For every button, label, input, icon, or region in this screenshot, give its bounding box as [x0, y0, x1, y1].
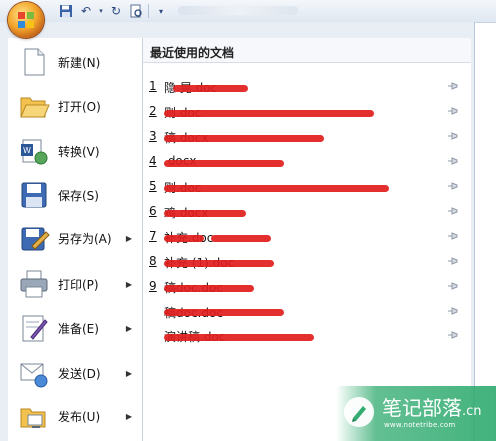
redo-icon[interactable]: ↻ [108, 3, 124, 19]
menu-label-save: 保存(S) [58, 188, 99, 203]
pin-icon[interactable] [447, 81, 459, 91]
doc-index: 5 [149, 179, 157, 193]
watermark-url: www.notetribe.com [384, 421, 456, 429]
pin-icon[interactable] [447, 131, 459, 141]
menu-item-send[interactable]: 发送(D) ▶ [8, 353, 142, 393]
menu-item-print[interactable]: 打印(P) ▶ [8, 264, 142, 304]
pin-icon[interactable] [447, 206, 459, 216]
prepare-icon [22, 315, 48, 342]
pin-icon[interactable] [447, 231, 459, 241]
menu-item-save-as[interactable]: 另存为(A) ▶ [8, 218, 142, 258]
recent-documents-pane: 最近使用的文档 1 隐 晃.doc 2 则.doc 3 稿.docx 4 [143, 38, 471, 441]
redaction-mark [164, 110, 374, 117]
pin-icon[interactable] [447, 281, 459, 291]
submenu-arrow-icon: ▶ [125, 323, 132, 333]
send-icon [20, 363, 48, 388]
publish-icon [20, 408, 46, 428]
convert-icon: W [21, 139, 48, 165]
redaction-mark [164, 309, 284, 316]
office-logo-icon [18, 12, 34, 28]
menu-label-save-as: 另存为(A) [58, 231, 112, 246]
new-document-icon [24, 48, 45, 76]
title-bar: ↶ ▾ ↻ ▾ [0, 0, 496, 23]
undo-icon[interactable]: ↶ [78, 3, 94, 19]
printer-icon [20, 270, 48, 298]
print-preview-icon[interactable] [128, 3, 144, 19]
doc-index: 1 [149, 79, 157, 93]
pin-icon[interactable] [447, 106, 459, 116]
quick-access-toolbar: ↶ ▾ ↻ ▾ [58, 3, 169, 19]
doc-index: 9 [149, 279, 157, 293]
menu-label-prepare: 准备(E) [58, 321, 99, 336]
doc-index: 6 [149, 204, 157, 218]
redaction-mark [173, 85, 248, 92]
redaction-mark [164, 210, 246, 217]
doc-index: 7 [149, 229, 157, 243]
pin-icon[interactable] [447, 306, 459, 316]
submenu-arrow-icon: ▶ [125, 233, 132, 243]
menu-item-prepare[interactable]: 准备(E) ▶ [8, 308, 142, 348]
window-title-blurred [178, 6, 298, 15]
office-menu-commands: 新建(N) 打开(O) W 转换(V) 保存(S) 另存为(A) ▶ 打印(P)… [8, 38, 143, 441]
doc-index: 4 [149, 154, 157, 168]
watermark-logo-icon [344, 397, 374, 427]
recent-documents-header: 最近使用的文档 [143, 38, 471, 63]
pin-icon[interactable] [447, 330, 459, 340]
redaction-mark [164, 285, 254, 292]
open-folder-icon [20, 97, 50, 118]
doc-index: 8 [149, 254, 157, 268]
watermark-title: 笔记部落.cn [382, 396, 482, 420]
menu-label-convert: 转换(V) [58, 144, 100, 159]
save-as-icon [21, 227, 50, 251]
redaction-mark [164, 260, 274, 267]
pin-icon[interactable] [447, 256, 459, 266]
doc-index: 2 [149, 104, 157, 118]
recent-documents-title: 最近使用的文档 [150, 46, 235, 60]
undo-dropdown-icon[interactable]: ▾ [98, 3, 104, 19]
menu-item-new[interactable]: 新建(N) [8, 42, 142, 82]
submenu-arrow-icon: ▶ [125, 411, 132, 421]
office-button[interactable] [8, 2, 44, 38]
doc-index: 3 [149, 129, 157, 143]
toolbar-divider [148, 4, 149, 18]
menu-item-open[interactable]: 打开(O) [8, 86, 142, 126]
menu-item-publish[interactable]: 发布(U) ▶ [8, 396, 142, 436]
menu-item-save[interactable]: 保存(S) [8, 175, 142, 215]
menu-label-send: 发送(D) [58, 366, 101, 381]
submenu-arrow-icon: ▶ [125, 279, 132, 289]
save-disk-icon [21, 182, 47, 208]
redaction-mark [211, 235, 271, 242]
menu-label-publish: 发布(U) [58, 409, 101, 424]
svg-text:W: W [23, 146, 31, 155]
redaction-mark [164, 185, 389, 192]
redaction-mark [164, 334, 314, 341]
redaction-mark [164, 160, 284, 167]
menu-label-open: 打开(O) [58, 99, 101, 114]
menu-label-print: 打印(P) [58, 277, 99, 292]
redaction-mark [164, 235, 204, 242]
submenu-arrow-icon: ▶ [125, 368, 132, 378]
menu-label-new: 新建(N) [58, 55, 101, 70]
menu-item-convert[interactable]: W 转换(V) [8, 131, 142, 171]
redaction-mark [164, 135, 324, 142]
pin-icon[interactable] [447, 181, 459, 191]
customize-toolbar-icon[interactable]: ▾ [153, 3, 169, 19]
save-icon[interactable] [58, 3, 74, 19]
pin-icon[interactable] [447, 156, 459, 166]
